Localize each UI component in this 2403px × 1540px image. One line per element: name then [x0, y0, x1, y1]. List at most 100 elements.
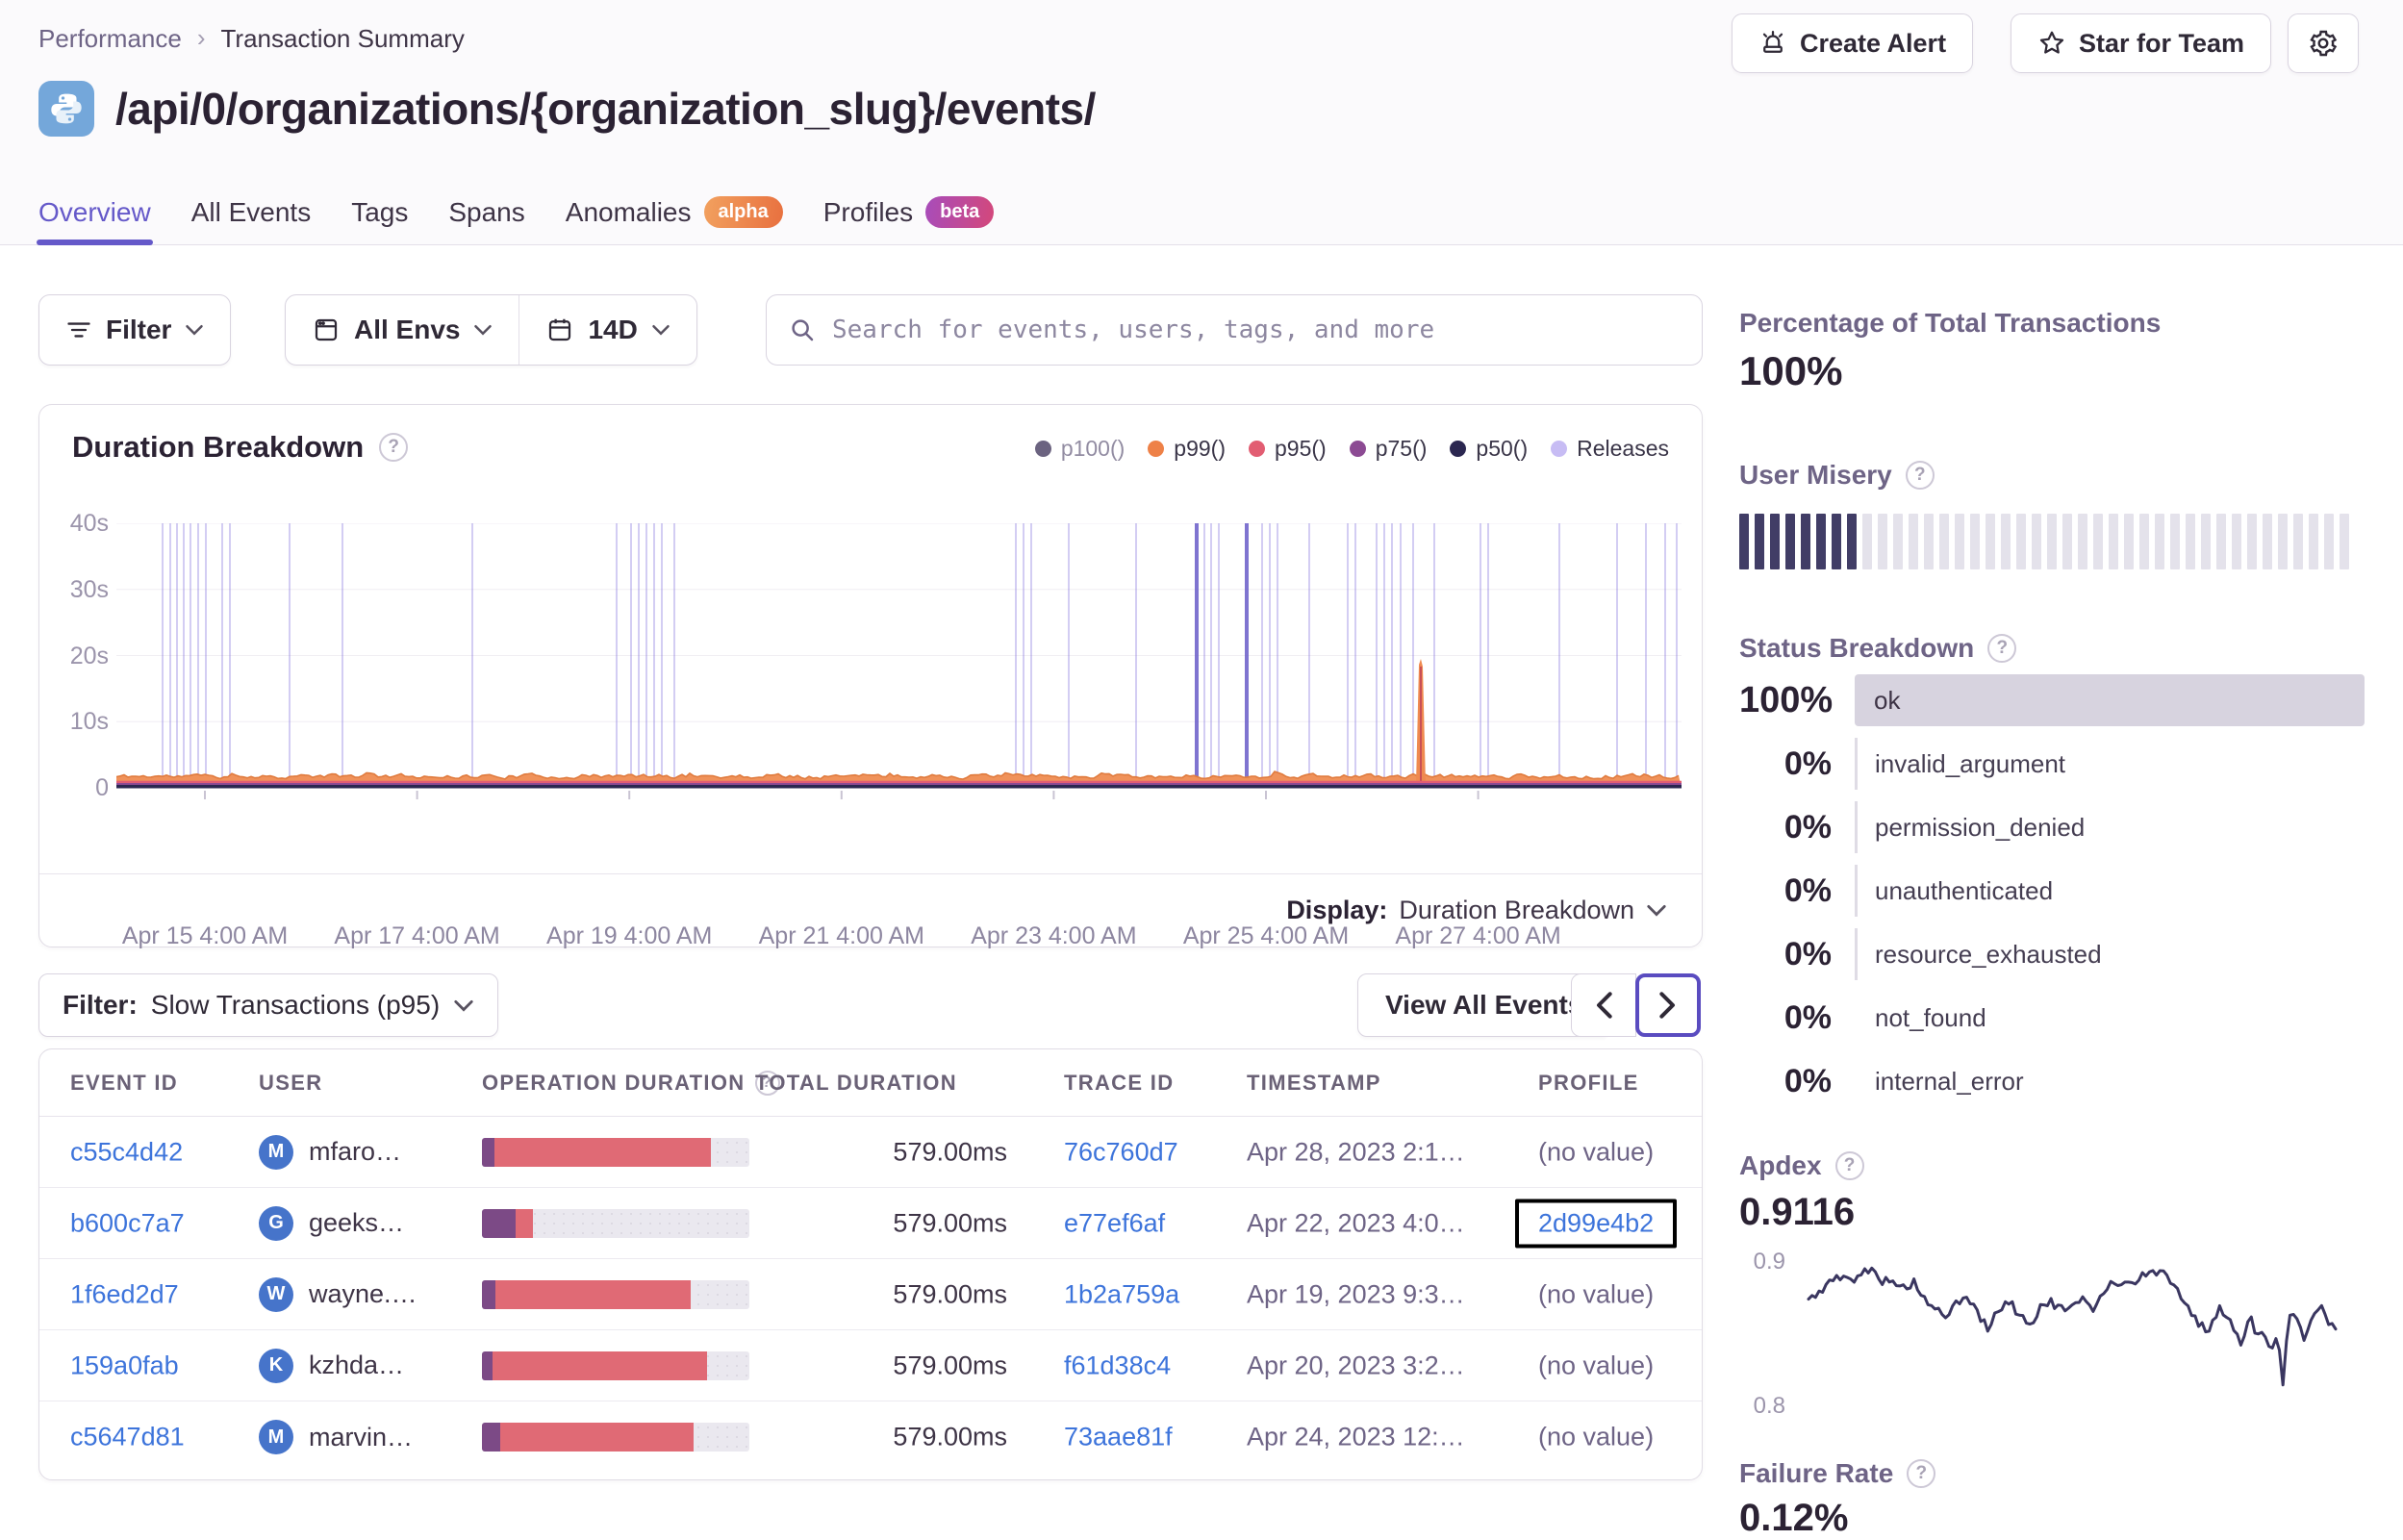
- trace-id-link[interactable]: 76c760d7: [1064, 1137, 1178, 1166]
- legend-item-p95[interactable]: p95(): [1249, 436, 1327, 462]
- status-percent: 0%: [1783, 745, 1832, 782]
- misery-bar-empty: [2309, 514, 2318, 569]
- pagination: [1571, 973, 1701, 1037]
- help-icon[interactable]: ?: [1834, 1151, 1864, 1180]
- legend-label: Releases: [1577, 436, 1669, 461]
- misery-bar-empty: [2278, 514, 2288, 569]
- trace-id-link[interactable]: e77ef6af: [1064, 1208, 1165, 1237]
- profile-highlight-box: 2d99e4b2: [1515, 1199, 1678, 1248]
- trace-id-link[interactable]: 1b2a759a: [1064, 1279, 1179, 1308]
- tab-label-profiles: Profiles: [822, 196, 914, 227]
- misery-bar-empty: [2001, 514, 2011, 569]
- misery-bar-empty: [2078, 514, 2087, 569]
- legend-item-p75[interactable]: p75(): [1349, 436, 1427, 462]
- trace-id-cell: 73aae81f: [1064, 1423, 1173, 1452]
- bar-segment-purple: [482, 1351, 493, 1380]
- trace-id-link[interactable]: 73aae81f: [1064, 1423, 1173, 1452]
- event-id-link[interactable]: c55c4d42: [70, 1137, 183, 1166]
- event-id-cell: 1f6ed2d7: [70, 1279, 179, 1309]
- status-percent: 100%: [1739, 679, 1834, 720]
- display-row: Display: Duration Breakdown: [39, 873, 1702, 947]
- trace-id-link[interactable]: f61d38c4: [1064, 1351, 1171, 1379]
- legend-dot-icon: [1148, 441, 1165, 457]
- tab-tags[interactable]: Tags: [351, 197, 408, 232]
- misery-bar-empty: [2109, 514, 2118, 569]
- date-range-selector[interactable]: 14D: [519, 295, 696, 365]
- profile-cell: (no value): [1538, 1137, 1702, 1167]
- events-table-body: c55c4d42 Mmfaro… 579.00ms 76c760d7 Apr 28, 2…: [39, 1117, 1702, 1473]
- profile-id-link[interactable]: 2d99e4b2: [1538, 1208, 1654, 1237]
- avatar: K: [259, 1348, 293, 1383]
- previous-page-button[interactable]: [1571, 973, 1636, 1037]
- next-page-button[interactable]: [1635, 973, 1701, 1037]
- event-id-link[interactable]: b600c7a7: [70, 1208, 185, 1237]
- total-duration-cell: 579.00ms: [893, 1208, 1007, 1237]
- duration-breakdown-panel: Duration Breakdown ? p100() p99() p95() p75…: [38, 404, 1703, 949]
- legend-item-p100[interactable]: p100(): [1034, 436, 1125, 462]
- column-header-operation-duration: OPERATION DURATION?: [482, 1070, 780, 1096]
- help-icon[interactable]: ?: [1907, 1459, 1936, 1488]
- transaction-title-row: /api/0/organizations/{organization_slug}…: [38, 81, 1096, 137]
- status-row-not_found: 0% not_found: [1739, 986, 2365, 1049]
- event-id-link[interactable]: c5647d81: [70, 1423, 185, 1452]
- tab-profiles[interactable]: Profiles beta: [823, 196, 995, 232]
- chevron-down-icon: [185, 323, 204, 337]
- misery-bar-empty: [2247, 514, 2257, 569]
- breadcrumb-performance[interactable]: Performance: [38, 24, 182, 54]
- legend-label: p50(): [1476, 436, 1529, 461]
- status-breakdown-list: 100% ok 0% invalid_argument 0% permission_den…: [1739, 669, 2365, 1113]
- display-dropdown[interactable]: Duration Breakdown: [1399, 896, 1667, 925]
- status-percent: 0%: [1783, 935, 1832, 972]
- avatar: M: [259, 1134, 293, 1170]
- events-table-header: EVENT ID USER OPERATION DURATION? TOTAL DUR…: [39, 1049, 1702, 1117]
- legend-dot-icon: [1034, 441, 1051, 457]
- help-icon[interactable]: ?: [379, 433, 409, 462]
- help-icon[interactable]: ?: [1905, 461, 1935, 490]
- tab-label-spans: Spans: [448, 196, 525, 227]
- search-input[interactable]: [832, 316, 1681, 344]
- tab-spans[interactable]: Spans: [448, 197, 524, 232]
- user-name: mfaro…: [309, 1137, 402, 1166]
- status-percent: 0%: [1783, 808, 1832, 846]
- status-label: resource_exhausted: [1855, 928, 2365, 980]
- legend-item-p99[interactable]: p99(): [1148, 436, 1226, 462]
- env-date-button-group: All Envs 14D: [285, 294, 697, 366]
- misery-bar-empty: [2139, 514, 2149, 569]
- events-table-panel: EVENT ID USER OPERATION DURATION? TOTAL DUR…: [38, 1048, 1703, 1480]
- misery-bar-empty: [1939, 514, 1949, 569]
- create-alert-button[interactable]: Create Alert: [1732, 13, 1974, 73]
- legend-item-p50[interactable]: p50(): [1450, 436, 1528, 462]
- tab-all-events[interactable]: All Events: [191, 197, 312, 232]
- table-row: 1f6ed2d7 Wwayne.… 579.00ms 1b2a759a Apr 19, …: [39, 1259, 1702, 1330]
- event-id-link[interactable]: 159a0fab: [70, 1351, 179, 1379]
- transactions-filter-dropdown[interactable]: Filter: Slow Transactions (p95): [38, 973, 499, 1037]
- misery-bar-empty: [2186, 514, 2195, 569]
- tab-overview[interactable]: Overview: [37, 197, 153, 245]
- status-row-unauthenticated: 0% unauthenticated: [1739, 859, 2365, 922]
- display-label: Display:: [1286, 896, 1388, 924]
- operation-duration-bar: [482, 1137, 749, 1167]
- bar-segment-purple: [482, 1423, 501, 1452]
- chevron-left-icon: [1593, 991, 1614, 1020]
- chevron-down-icon: [473, 323, 493, 337]
- status-label: internal_error: [1875, 1066, 2024, 1096]
- column-header-user: USER: [259, 1070, 323, 1095]
- star-for-team-button[interactable]: Star for Team: [2011, 13, 2272, 73]
- legend-item-Releases[interactable]: Releases: [1551, 436, 1669, 462]
- bar-segment-red: [500, 1423, 694, 1452]
- total-duration-cell: 579.00ms: [893, 1351, 1007, 1379]
- status-percent: 0%: [1783, 998, 1832, 1036]
- apdex-heading: Apdex ?: [1739, 1150, 1864, 1181]
- event-id-link[interactable]: 1f6ed2d7: [70, 1279, 179, 1308]
- filter-dropdown-button[interactable]: Filter: [38, 294, 232, 366]
- chart-legend: p100() p99() p95() p75() p50() Releases: [1034, 436, 1669, 462]
- user-cell: Mmfaro…: [259, 1134, 402, 1170]
- misery-bar-empty: [2047, 514, 2057, 569]
- misery-bar-empty: [1878, 514, 1887, 569]
- column-header-event-id: EVENT ID: [70, 1070, 179, 1095]
- environment-selector[interactable]: All Envs: [286, 295, 519, 365]
- settings-button[interactable]: [2288, 13, 2359, 73]
- star-icon: [2037, 29, 2066, 58]
- help-icon[interactable]: ?: [1987, 634, 2017, 663]
- tab-anomalies[interactable]: Anomalies alpha: [566, 196, 783, 232]
